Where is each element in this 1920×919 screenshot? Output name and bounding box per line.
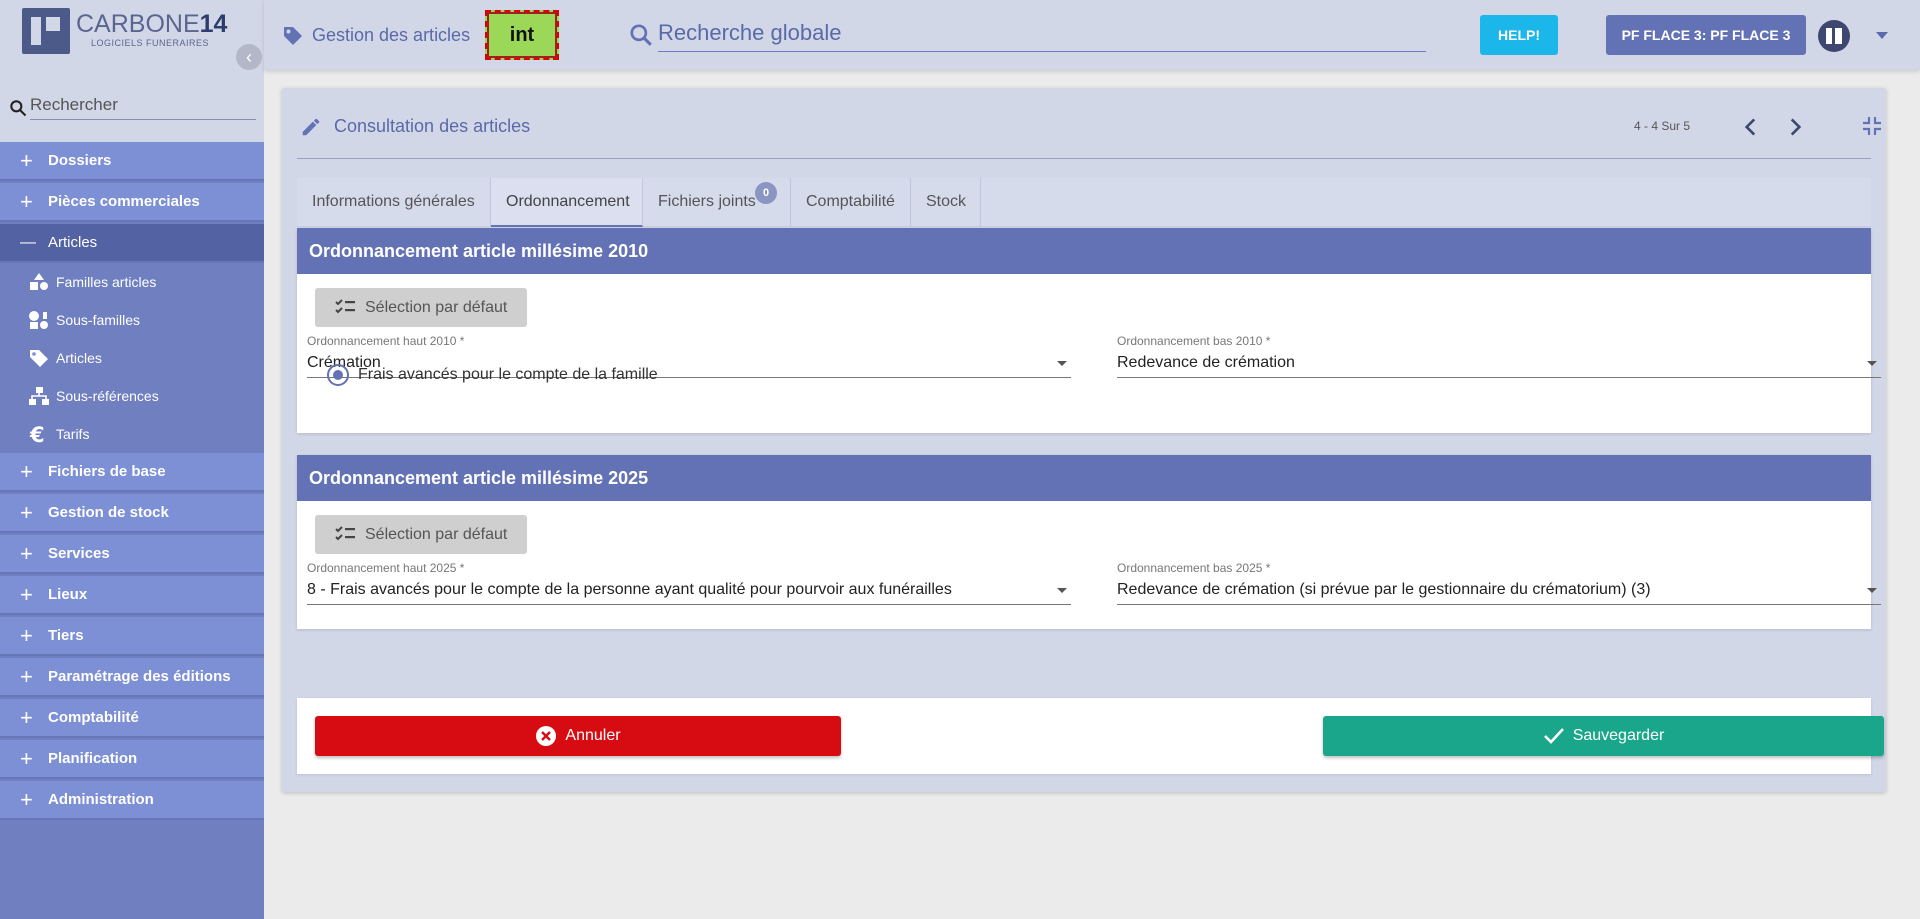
default-selection-button[interactable]: Sélection par défaut: [315, 288, 527, 327]
dropdown-arrow-icon: [1867, 361, 1877, 366]
field-label: Ordonnancement haut 2010 *: [307, 334, 465, 348]
sidebar-item-comptabilite[interactable]: + Comptabilité: [0, 699, 264, 738]
chevron-down-icon[interactable]: [1876, 32, 1888, 39]
record-pager: 4 - 4 Sur 5: [1634, 119, 1691, 133]
shapes-icon: [30, 273, 48, 290]
sitemap-icon: [29, 387, 49, 405]
field-label: Ordonnancement bas 2010 *: [1117, 334, 1271, 348]
sidebar-item-parametrage-editions[interactable]: + Paramétrage des éditions: [0, 658, 264, 697]
search-icon: [10, 100, 27, 117]
sidebar-subitem-familles-articles[interactable]: Familles articles: [0, 263, 264, 301]
close-circle-icon: [536, 726, 557, 746]
sidebar-subitem-articles[interactable]: Articles: [0, 339, 264, 377]
chevron-left-icon[interactable]: [1738, 114, 1764, 140]
tag-icon: [30, 350, 48, 367]
logo-title: CARBONE14: [76, 10, 228, 38]
page-title: Consultation des articles: [334, 116, 531, 136]
tab-stock[interactable]: Stock: [911, 178, 981, 227]
sidebar-item-tiers[interactable]: + Tiers: [0, 617, 264, 656]
shapes-alt-icon: [29, 311, 48, 329]
help-button[interactable]: HELP!: [1480, 15, 1558, 55]
global-search-input[interactable]: [658, 14, 1426, 52]
pencil-icon: [302, 118, 320, 136]
tab-fichiers-joints[interactable]: Fichiers joints 0: [643, 178, 791, 227]
sidebar-item-pieces-commerciales[interactable]: + Pièces commerciales: [0, 183, 264, 222]
tab-label: Fichiers joints: [658, 193, 756, 210]
default-selection-label: Sélection par défaut: [365, 526, 508, 543]
search-icon: [630, 24, 652, 46]
logo-tagline: LOGICIELS FUNERAIRES: [91, 38, 210, 48]
default-selection-button[interactable]: Sélection par défaut: [315, 515, 527, 554]
dropdown-arrow-icon: [1057, 361, 1067, 366]
field-label: Ordonnancement haut 2025 *: [307, 561, 465, 575]
euro-icon: €: [29, 424, 45, 444]
section-millesime-2010: Ordonnancement article millésime 2010 Sé…: [297, 228, 1881, 433]
section-title: Ordonnancement article millésime 2010: [297, 228, 1871, 274]
attachments-count-badge: 0: [755, 182, 777, 204]
save-label: Sauvegarder: [1572, 727, 1665, 744]
site-selector-button[interactable]: PF FLACE 3: PF FLACE 3: [1606, 15, 1806, 55]
sidebar: CARBONE14 LOGICIELS FUNERAIRES ‹ +Dossie…: [0, 0, 264, 919]
frais-avances-famille-radio[interactable]: [327, 364, 349, 386]
section-millesime-2025: Ordonnancement article millésime 2025 Sé…: [297, 455, 1881, 629]
cancel-button[interactable]: Annuler: [315, 716, 841, 756]
field-value: Redevance de crémation: [1117, 350, 1881, 378]
dropdown-arrow-icon: [1057, 588, 1067, 593]
radio-label: Frais avancés pour le compte de la famil…: [358, 366, 658, 383]
sidebar-item-gestion-de-stock[interactable]: + Gestion de stock: [0, 494, 264, 533]
sidebar-subitem-sous-references[interactable]: Sous-références: [0, 377, 264, 415]
collapse-sidebar-button[interactable]: ‹: [236, 44, 262, 70]
compress-icon[interactable]: [1862, 116, 1882, 136]
sidebar-item-planification[interactable]: + Planification: [0, 740, 264, 779]
environment-badge: int: [485, 10, 559, 60]
sidebar-item-lieux[interactable]: + Lieux: [0, 576, 264, 615]
sidebar-subitem-sous-familles[interactable]: Sous-familles: [0, 301, 264, 339]
module-title: Gestion des articles: [312, 25, 471, 45]
tab-informations-generales[interactable]: Informations générales: [297, 178, 491, 227]
checklist-icon: [335, 299, 355, 314]
sidebar-subitem-tarifs[interactable]: € Tarifs: [0, 415, 264, 453]
sidebar-item-articles[interactable]: — Articles: [0, 224, 264, 263]
logo-icon: [22, 8, 70, 54]
sidebar-item-administration[interactable]: + Administration: [0, 781, 264, 820]
avatar[interactable]: [1818, 20, 1850, 52]
field-label: Ordonnancement bas 2025 *: [1117, 561, 1271, 575]
checklist-icon: [335, 526, 355, 541]
default-selection-label: Sélection par défaut: [365, 299, 508, 316]
tag-icon: [284, 27, 302, 45]
chevron-right-icon[interactable]: [1782, 114, 1808, 140]
field-value: Redevance de crémation (si prévue par le…: [1117, 577, 1881, 605]
sidebar-item-dossiers[interactable]: + Dossiers: [0, 142, 264, 181]
main-card: Consultation des articles 4 - 4 Sur 5 In…: [282, 88, 1886, 792]
sidebar-item-fichiers-de-base[interactable]: + Fichiers de base: [0, 453, 264, 492]
sidebar-item-services[interactable]: + Services: [0, 535, 264, 574]
tab-ordonnancement[interactable]: Ordonnancement: [491, 178, 643, 227]
form-actions: Annuler Sauvegarder: [297, 698, 1884, 774]
svg-text:€: €: [29, 424, 45, 444]
cancel-label: Annuler: [565, 727, 621, 744]
tab-comptabilite[interactable]: Comptabilité: [791, 178, 911, 227]
dropdown-arrow-icon: [1867, 588, 1877, 593]
section-title: Ordonnancement article millésime 2025: [297, 455, 1871, 501]
logo-area: CARBONE14 LOGICIELS FUNERAIRES ‹: [0, 0, 264, 70]
sidebar-search-input[interactable]: [30, 90, 256, 120]
divider: [297, 158, 1871, 159]
tab-bar: Informations générales Ordonnancement Fi…: [297, 178, 1871, 227]
field-value: 8 - Frais avancés pour le compte de la p…: [307, 577, 1071, 605]
top-header: Gestion des articles int HELP! PF FLACE …: [264, 0, 1920, 70]
save-button[interactable]: Sauvegarder: [1323, 716, 1884, 756]
check-icon: [1543, 728, 1564, 744]
sidebar-search-area: [0, 70, 264, 142]
